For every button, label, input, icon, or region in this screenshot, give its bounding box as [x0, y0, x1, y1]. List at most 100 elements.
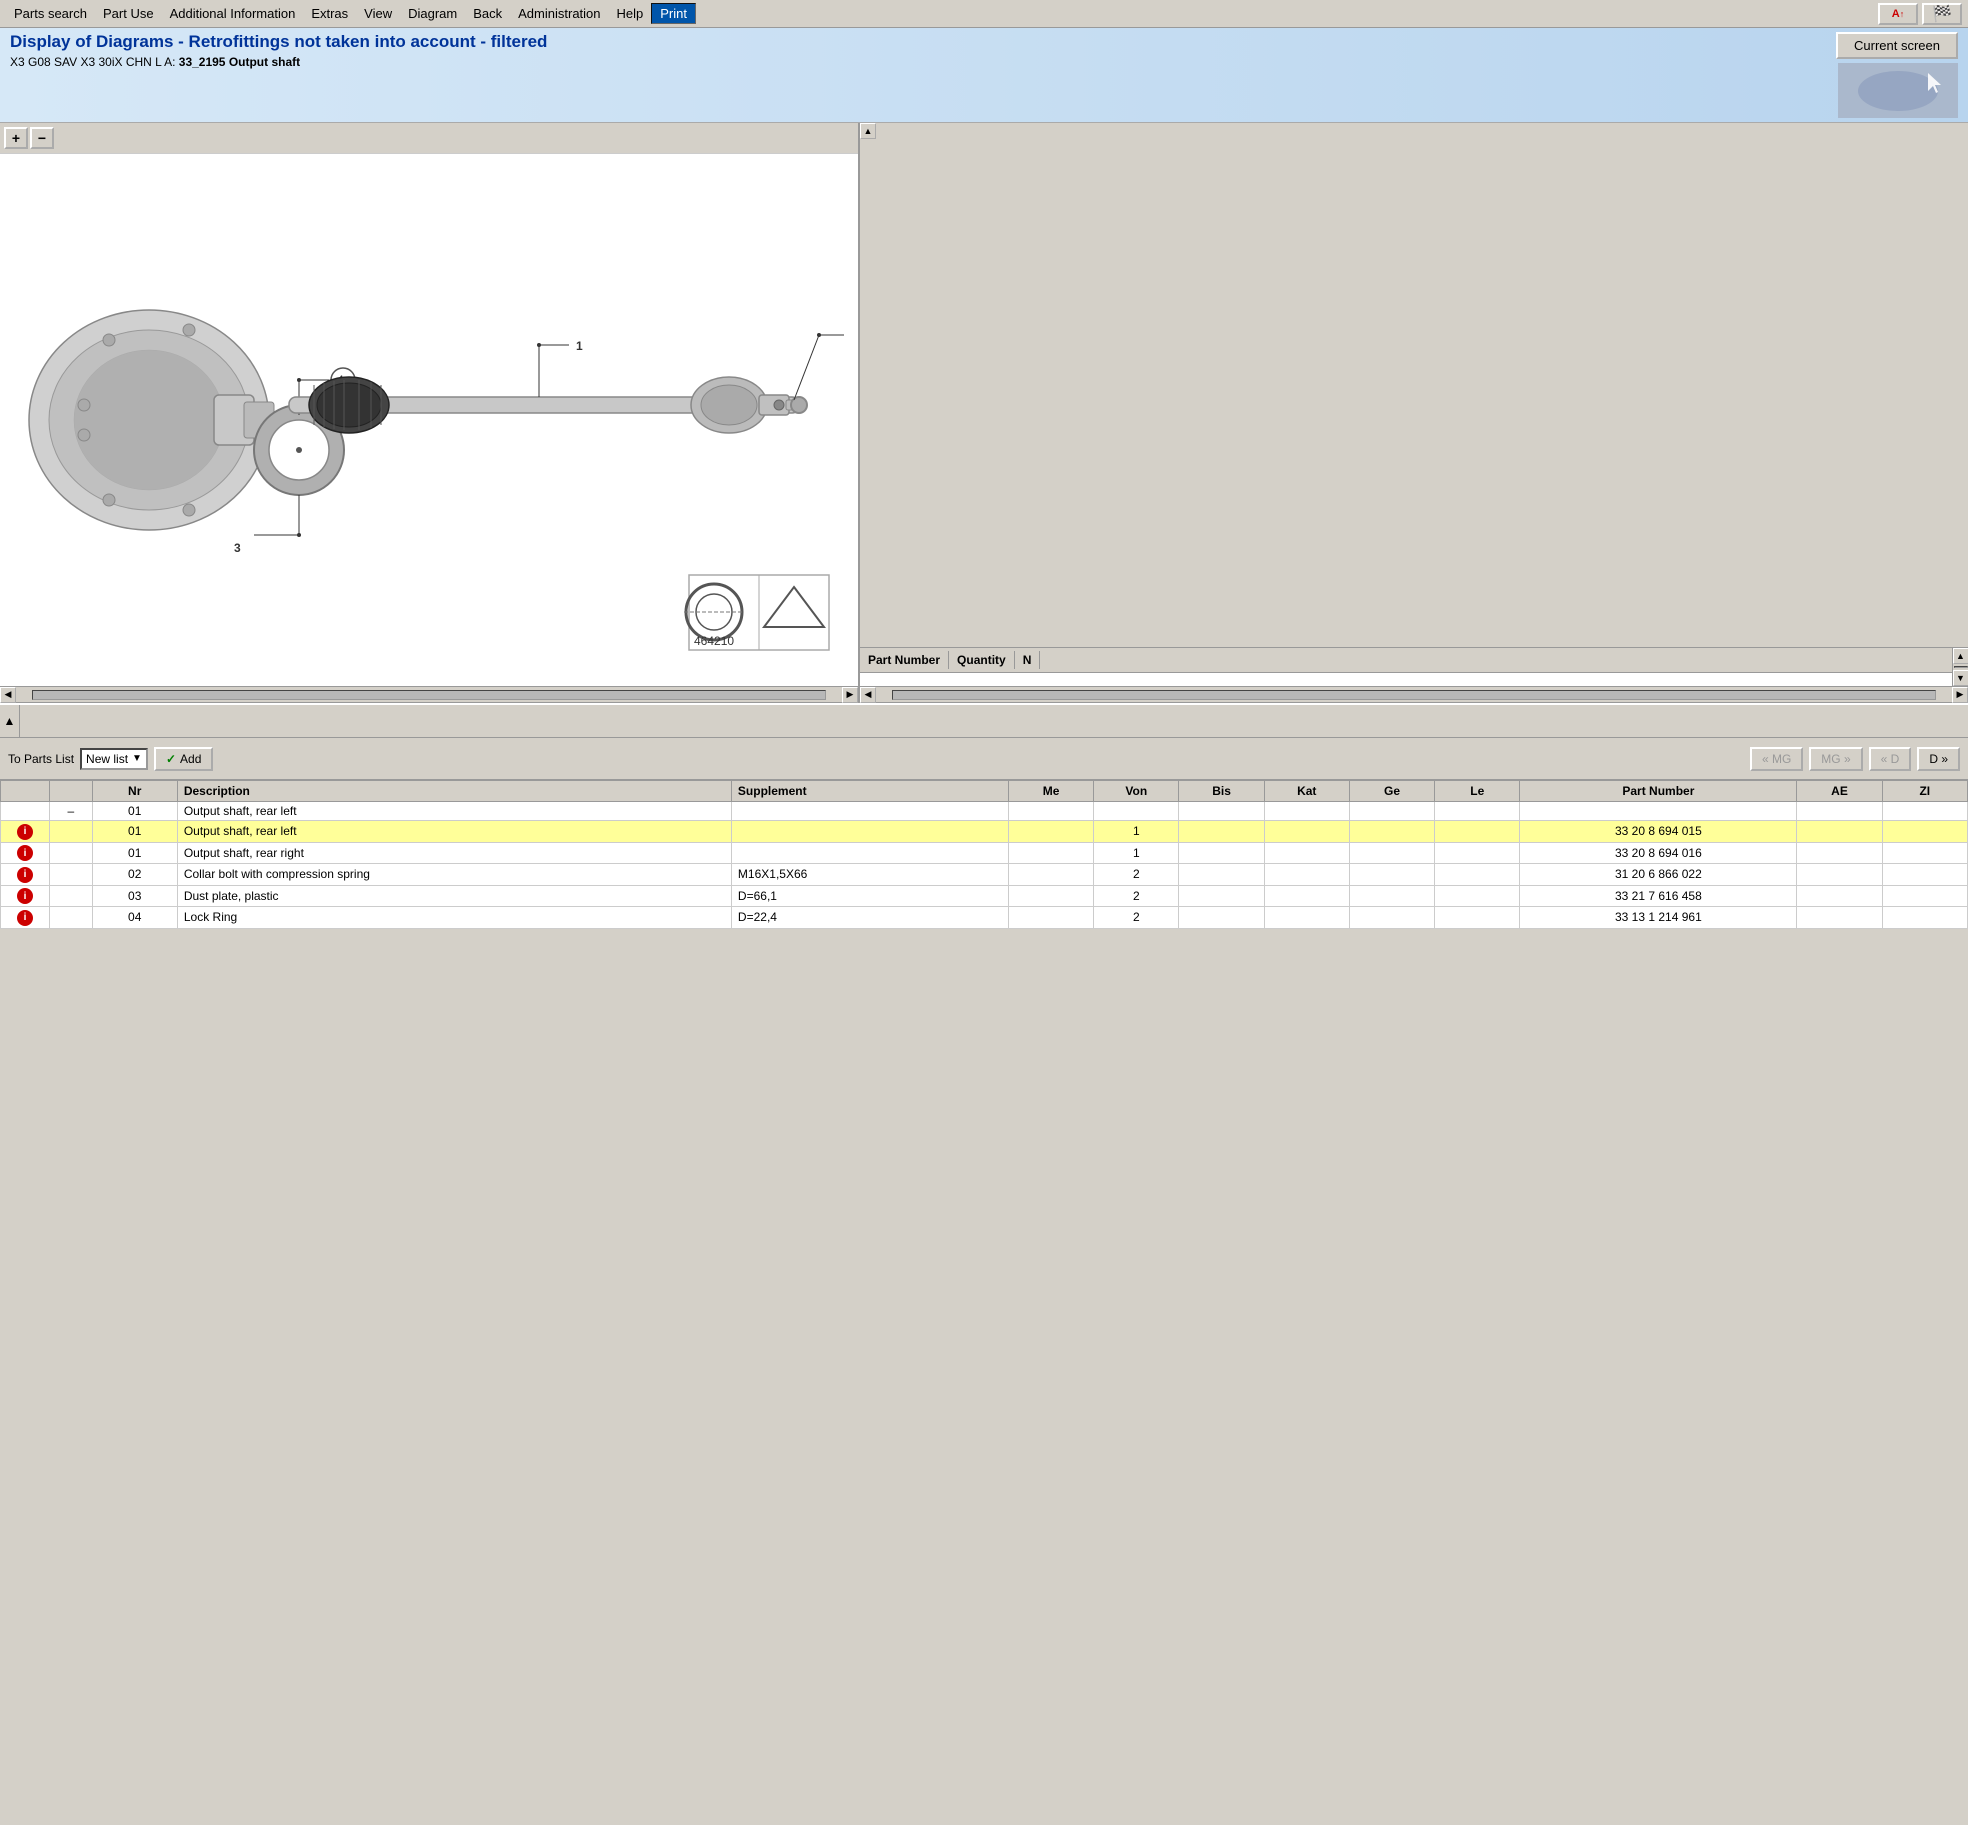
menu-diagram[interactable]: Diagram: [400, 4, 465, 23]
row-info-cell: i: [1, 842, 50, 864]
info-icon[interactable]: i: [17, 845, 33, 861]
row-kat: [1264, 885, 1349, 907]
row-ge: [1349, 864, 1434, 886]
row-part-number: 33 20 8 694 016: [1520, 842, 1797, 864]
row-supplement: [731, 802, 1008, 821]
right-v-scrollbar[interactable]: ▲ ▼: [1952, 648, 1968, 686]
nav-prev-mg-button[interactable]: « MG: [1750, 747, 1803, 771]
right-panel-table: Part Number Quantity N ▲ ▼ ◀ ▶: [860, 647, 1968, 702]
menu-parts-search[interactable]: Parts search: [6, 4, 95, 23]
scroll-track[interactable]: [32, 690, 826, 700]
row-bis: [1179, 842, 1264, 864]
scroll-v-track[interactable]: [1954, 666, 1968, 668]
nav-prev-d-button[interactable]: « D: [1869, 747, 1912, 771]
col-header-zi: ZI: [1882, 781, 1967, 802]
row-ae: [1797, 907, 1882, 929]
toolbar-icon-a-button[interactable]: A↑: [1878, 3, 1918, 25]
scroll-right-arrow[interactable]: ▶: [842, 687, 858, 703]
menu-bar: Parts search Part Use Additional Informa…: [0, 0, 1968, 28]
row-ge: [1349, 907, 1434, 929]
zoom-out-button[interactable]: −: [30, 127, 54, 149]
collapse-handle[interactable]: ▲: [860, 123, 876, 139]
diagram-h-scrollbar[interactable]: ◀ ▶: [0, 686, 858, 702]
row-von: 2: [1094, 907, 1179, 929]
menu-extras[interactable]: Extras: [303, 4, 356, 23]
right-panel: ▲ Part Number Quantity N ▲ ▼: [860, 123, 1968, 702]
row-ge: [1349, 821, 1434, 843]
right-h-scrollbar[interactable]: ◀ ▶: [860, 686, 1968, 702]
menu-print[interactable]: Print: [651, 3, 696, 24]
row-bis: [1179, 885, 1264, 907]
row-kat: [1264, 842, 1349, 864]
row-bis: [1179, 802, 1264, 821]
subtitle-part: 33_2195 Output shaft: [179, 55, 300, 69]
new-list-select[interactable]: New list ▼: [80, 748, 148, 770]
row-dash-cell: [50, 842, 93, 864]
nav-next-mg-button[interactable]: MG »: [1809, 747, 1862, 771]
info-icon[interactable]: i: [17, 824, 33, 840]
table-row[interactable]: i01Output shaft, rear right133 20 8 694 …: [1, 842, 1968, 864]
menu-back[interactable]: Back: [465, 4, 510, 23]
col-header-nr: Nr: [92, 781, 177, 802]
row-info-cell: [1, 802, 50, 821]
table-row[interactable]: i04Lock RingD=22,4233 13 1 214 961: [1, 907, 1968, 929]
row-me: [1008, 885, 1093, 907]
svg-text:3: 3: [234, 541, 241, 555]
scroll-left-arrow[interactable]: ◀: [0, 687, 16, 703]
info-icon[interactable]: i: [17, 888, 33, 904]
add-button[interactable]: ✓ Add: [154, 747, 213, 771]
info-icon[interactable]: i: [17, 910, 33, 926]
right-scroll-track[interactable]: [892, 690, 1936, 700]
table-row[interactable]: –01Output shaft, rear left: [1, 802, 1968, 821]
row-zi: [1882, 821, 1967, 843]
scroll-down-arrow[interactable]: ▼: [1953, 670, 1968, 686]
right-table-header: Part Number Quantity N: [860, 648, 1952, 673]
menu-administration[interactable]: Administration: [510, 4, 608, 23]
parts-table-wrapper: Nr Description Supplement Me Von Bis Kat…: [0, 780, 1968, 929]
row-dash-cell: [50, 885, 93, 907]
table-row[interactable]: i03Dust plate, plasticD=66,1233 21 7 616…: [1, 885, 1968, 907]
right-scroll-left[interactable]: ◀: [860, 687, 876, 703]
row-supplement: [731, 821, 1008, 843]
diagram-area: 3 4: [0, 154, 858, 686]
new-list-label: New list: [86, 752, 128, 766]
menu-part-use[interactable]: Part Use: [95, 4, 162, 23]
menu-view[interactable]: View: [356, 4, 400, 23]
menu-additional-info[interactable]: Additional Information: [162, 4, 304, 23]
parts-collapse-handle[interactable]: ▲: [0, 705, 20, 737]
row-me: [1008, 821, 1093, 843]
row-ge: [1349, 802, 1434, 821]
row-ge: [1349, 885, 1434, 907]
row-zi: [1882, 885, 1967, 907]
zoom-in-button[interactable]: +: [4, 127, 28, 149]
menu-help[interactable]: Help: [609, 4, 652, 23]
row-supplement: [731, 842, 1008, 864]
row-kat: [1264, 802, 1349, 821]
current-screen-button[interactable]: Current screen: [1836, 32, 1958, 59]
row-von: 1: [1094, 842, 1179, 864]
col-header-von: Von: [1094, 781, 1179, 802]
row-von: 1: [1094, 821, 1179, 843]
col-header-supplement: Supplement: [731, 781, 1008, 802]
col-header-le: Le: [1435, 781, 1520, 802]
row-part-number: [1520, 802, 1797, 821]
row-dash-cell: [50, 907, 93, 929]
right-scroll-right[interactable]: ▶: [1952, 687, 1968, 703]
row-ae: [1797, 864, 1882, 886]
row-me: [1008, 907, 1093, 929]
row-kat: [1264, 864, 1349, 886]
nav-next-d-button[interactable]: D »: [1917, 747, 1960, 771]
table-row[interactable]: i02Collar bolt with compression springM1…: [1, 864, 1968, 886]
row-bis: [1179, 864, 1264, 886]
diagram-svg: 3 4: [9, 160, 849, 680]
col-header-me: Me: [1008, 781, 1093, 802]
col-header-dash: [50, 781, 93, 802]
info-icon[interactable]: i: [17, 867, 33, 883]
table-row[interactable]: i01Output shaft, rear left133 20 8 694 0…: [1, 821, 1968, 843]
scroll-up-arrow[interactable]: ▲: [1953, 648, 1968, 664]
to-parts-list-label: To Parts List: [8, 752, 74, 766]
header-right: Current screen: [1836, 32, 1958, 118]
row-ae: [1797, 821, 1882, 843]
toolbar-flag-button[interactable]: 🏁: [1922, 3, 1962, 25]
row-nr: 02: [92, 864, 177, 886]
